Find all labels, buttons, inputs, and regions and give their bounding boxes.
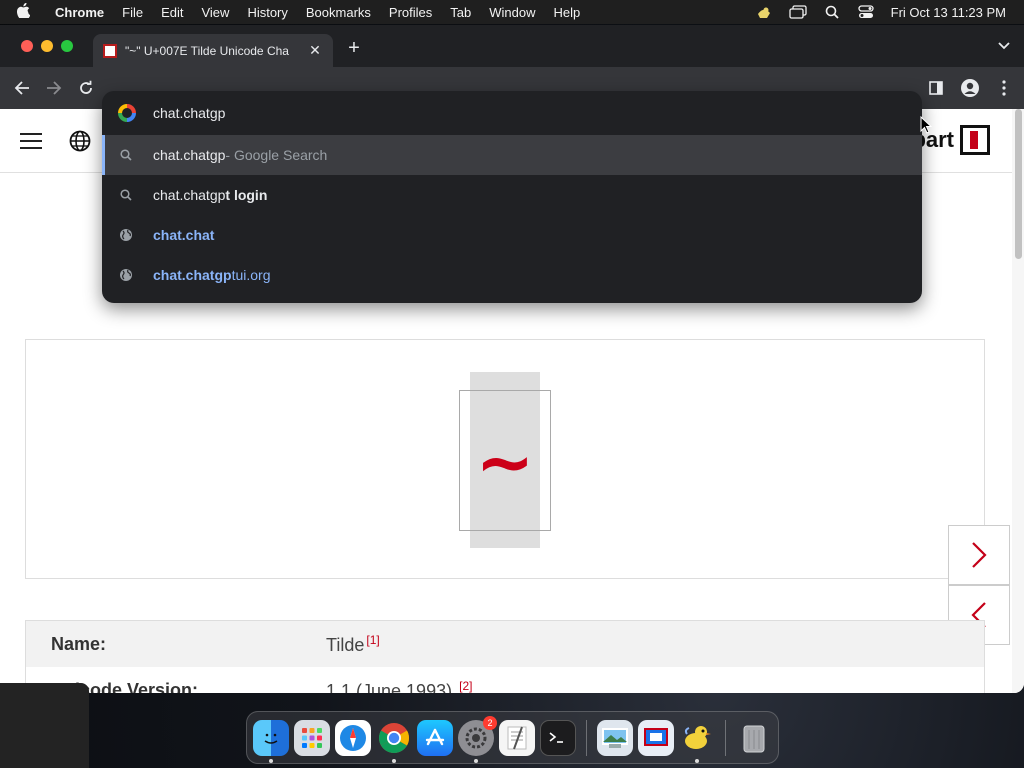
preview-icon[interactable] — [597, 719, 633, 756]
launchpad-icon[interactable] — [294, 719, 330, 756]
address-bar[interactable]: chat.chatgp — [102, 91, 922, 135]
system-settings-icon[interactable]: 2 — [458, 715, 497, 763]
side-panel-icon[interactable] — [924, 76, 948, 100]
row-value: Tilde — [326, 634, 365, 655]
remote-desktop-icon[interactable] — [638, 719, 674, 756]
table-row: Name: Tilde [1] — [26, 621, 984, 667]
suggestion-suffix: - Google Search — [225, 147, 328, 163]
screen-mirroring-icon[interactable] — [787, 4, 809, 20]
omnibox-suggestion[interactable]: chat.chatgp - Google Search — [102, 135, 922, 175]
dock: 2 — [246, 711, 779, 764]
table-row: Unicode Version: 1.1 (June 1993) [2] — [26, 667, 984, 694]
globe-icon — [118, 228, 134, 242]
logo-mark-icon — [960, 125, 990, 155]
close-window-button[interactable] — [21, 40, 33, 52]
search-icon — [118, 149, 134, 161]
reference-link[interactable]: [1] — [366, 633, 379, 647]
suggestion-suffix: t login — [225, 187, 268, 203]
address-bar-input[interactable]: chat.chatgp — [153, 105, 225, 121]
omnibox-dropdown: chat.chatgp chat.chatgp - Google Search … — [102, 91, 922, 303]
tab-close-icon[interactable]: ✕ — [307, 42, 323, 59]
safari-icon[interactable] — [335, 719, 371, 756]
character-glyph: ~ — [475, 421, 535, 503]
textedit-icon[interactable] — [499, 719, 535, 756]
cyberduck-menubar-icon[interactable] — [753, 4, 775, 20]
menu-profiles[interactable]: Profiles — [380, 5, 441, 20]
menu-bookmarks[interactable]: Bookmarks — [297, 5, 380, 20]
page-scrollbar[interactable] — [1012, 109, 1024, 693]
site-favicon-icon — [103, 43, 117, 58]
spotlight-search-icon[interactable] — [821, 4, 843, 20]
dock-separator — [586, 719, 587, 756]
google-g-icon — [118, 104, 136, 122]
reload-icon[interactable] — [74, 76, 98, 100]
row-value: 1.1 (June 1993) — [326, 680, 453, 694]
globe-language-icon[interactable] — [69, 130, 91, 152]
search-icon — [118, 189, 134, 201]
tab-title: "~" U+007E Tilde Unicode Cha — [125, 43, 289, 58]
menu-app-chrome[interactable]: Chrome — [46, 5, 113, 20]
zoom-window-button[interactable] — [61, 40, 73, 52]
back-arrow-icon[interactable] — [10, 76, 34, 100]
profile-avatar-icon[interactable] — [958, 76, 982, 100]
suggestion-typed-text: chat.chat — [153, 227, 215, 243]
tab-search-chevron-icon[interactable] — [998, 39, 1010, 53]
suggestion-suffix: tui.org — [231, 267, 271, 283]
menubar-clock[interactable]: Fri Oct 13 11:23 PM — [883, 5, 1024, 20]
suggestion-typed-text: chat.chatgp — [153, 147, 226, 163]
menu-tab[interactable]: Tab — [441, 5, 480, 20]
finder-icon[interactable] — [253, 719, 289, 763]
apple-menu-icon[interactable] — [0, 2, 46, 22]
menu-view[interactable]: View — [192, 5, 238, 20]
dock-separator — [725, 719, 726, 756]
row-label: Name: — [51, 633, 107, 654]
menu-file[interactable]: File — [113, 5, 152, 20]
tab-active[interactable]: "~" U+007E Tilde Unicode Cha ✕ — [93, 34, 333, 67]
menu-edit[interactable]: Edit — [152, 5, 192, 20]
tab-strip: "~" U+007E Tilde Unicode Cha ✕ + — [0, 25, 1024, 67]
chrome-icon[interactable] — [376, 720, 412, 763]
menu-bar: Chrome File Edit View History Bookmarks … — [0, 0, 1024, 24]
minimize-window-button[interactable] — [41, 40, 53, 52]
menu-history[interactable]: History — [238, 5, 296, 20]
menu-help[interactable]: Help — [545, 5, 590, 20]
character-info-table: Name: Tilde [1] Unicode Version: 1.1 (Jun… — [25, 620, 985, 693]
menu-window[interactable]: Window — [480, 5, 544, 20]
control-center-icon[interactable] — [855, 4, 877, 20]
background-window-edge[interactable] — [0, 683, 89, 768]
suggestion-typed-text: chat.chatgp — [153, 267, 232, 283]
omnibox-suggestion[interactable]: chat.chatgp t login — [102, 175, 922, 215]
trash-icon[interactable] — [736, 720, 772, 756]
notification-badge: 2 — [483, 715, 497, 730]
new-tab-button[interactable]: + — [344, 37, 364, 60]
cyberduck-icon[interactable] — [679, 720, 715, 763]
glyph-preview-panel: ~ — [25, 339, 985, 579]
suggestion-typed-text: chat.chatgp — [153, 187, 226, 203]
scrollbar-thumb[interactable] — [1015, 109, 1022, 259]
hamburger-menu-icon[interactable] — [20, 133, 42, 149]
globe-icon — [118, 268, 134, 282]
terminal-icon[interactable] — [540, 719, 576, 756]
reference-link[interactable]: [2] — [459, 679, 472, 693]
omnibox-suggestion[interactable]: chat.chat — [102, 215, 922, 255]
omnibox-suggestion[interactable]: chat.chatgp tui.org — [102, 255, 922, 295]
next-character-button[interactable] — [948, 525, 1010, 585]
kebab-menu-icon[interactable] — [992, 76, 1016, 100]
mouse-cursor-icon — [920, 115, 933, 139]
browser-window: "~" U+007E Tilde Unicode Cha ✕ + part ~ … — [0, 25, 1024, 693]
app-store-icon[interactable] — [417, 719, 453, 756]
forward-arrow-icon[interactable] — [42, 76, 66, 100]
